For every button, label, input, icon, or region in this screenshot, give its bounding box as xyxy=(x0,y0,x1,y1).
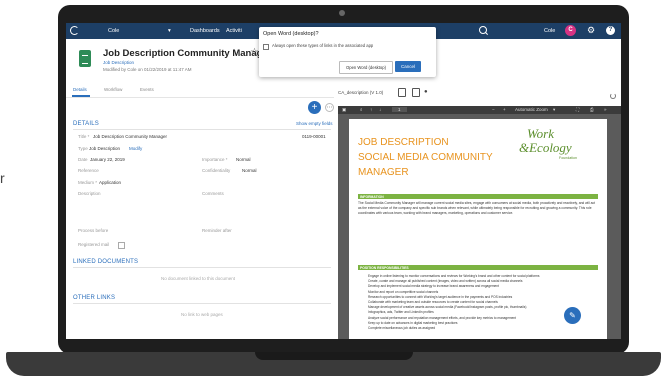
date-label: Date xyxy=(78,157,88,162)
pdf-title-line1: JOB DESCRIPTION xyxy=(358,137,449,148)
document-type-link[interactable]: Job Description xyxy=(103,60,134,65)
stray-text: r xyxy=(0,170,5,186)
pdf-title-line3: MANAGER xyxy=(358,167,409,178)
pdf-page: JOB DESCRIPTION SOCIAL MEDIA COMMUNITY M… xyxy=(349,119,607,339)
next-page-icon[interactable]: ↓ xyxy=(379,107,381,112)
avatar[interactable]: C xyxy=(565,25,576,36)
settings-gear-icon[interactable]: ⚙ xyxy=(587,26,595,35)
nav-dropdown-chevron-icon[interactable]: ▾ xyxy=(168,28,171,34)
search-icon[interactable] xyxy=(479,26,487,34)
zoom-select[interactable]: Automatic Zoom xyxy=(515,107,548,112)
show-empty-fields-link[interactable]: Show empty fields xyxy=(296,121,333,126)
reference-label: Reference xyxy=(78,168,99,173)
tab-events[interactable]: Events xyxy=(140,87,154,92)
medium-value[interactable]: Application xyxy=(99,180,121,185)
pdf-section-bar-responsibilities: POSITION RESPONSIBILITIES xyxy=(358,265,598,270)
nav-activities[interactable]: Activiti xyxy=(226,28,242,34)
zoom-in-icon[interactable]: + xyxy=(503,107,506,112)
cancel-button[interactable]: Cancel xyxy=(395,61,421,72)
laptop-notch xyxy=(255,352,413,360)
webcam-icon xyxy=(339,10,345,16)
work-ecology-logo-word2: &Ecology xyxy=(519,140,572,155)
download-document-icon[interactable] xyxy=(412,88,420,97)
title-label: Title * xyxy=(78,134,90,139)
open-document-icon[interactable] xyxy=(398,88,406,97)
nav-dashboards[interactable]: Dashboards xyxy=(190,28,220,34)
reminder-after-label: Reminder after xyxy=(202,228,232,233)
type-label: Type xyxy=(78,146,88,151)
modified-info: Modified by Cole on 01/22/2019 at 11:47 … xyxy=(103,67,192,72)
other-links-divider xyxy=(73,303,331,304)
modify-type-link[interactable]: Modify xyxy=(129,146,142,151)
sidebar-toggle-icon[interactable]: ▣ xyxy=(342,107,346,113)
zoom-out-icon[interactable]: − xyxy=(492,107,495,112)
active-tab-indicator xyxy=(72,95,90,97)
list-item: Complete miscellaneous job duties as ass… xyxy=(368,326,604,331)
details-heading: DETAILS xyxy=(73,121,99,127)
comments-label: Comments xyxy=(202,191,224,196)
page-number-input[interactable]: 1 xyxy=(392,107,407,112)
process-before-label: Process before xyxy=(78,228,109,233)
zoom-chevron-icon[interactable]: ▾ xyxy=(553,107,555,113)
medium-label: Medium * xyxy=(78,180,98,185)
tab-workflow[interactable]: Workflow xyxy=(104,87,122,92)
screen: Cole ▾ Dashboards Activiti Cole C ⚙ ? Jo… xyxy=(66,23,621,339)
viewer-filename: CA_description (V 1.0) xyxy=(338,90,384,95)
importance-label: Importance * xyxy=(202,157,228,162)
pdf-section-responsibilities: POSITION RESPONSIBILITIES xyxy=(360,265,409,270)
document-id: 0119-00001 xyxy=(302,134,326,139)
tab-details[interactable]: Details xyxy=(73,87,87,92)
confidentiality-value[interactable]: Normal xyxy=(242,168,257,173)
open-word-dialog: Open Word (desktop)? Always open these t… xyxy=(259,27,436,77)
importance-value[interactable]: Normal xyxy=(236,157,251,162)
work-ecology-logo-tagline: Foundation xyxy=(559,156,577,160)
document-info-icon[interactable]: ● xyxy=(424,89,428,95)
edit-pencil-icon[interactable]: ✎ xyxy=(564,307,581,324)
description-label: Description xyxy=(78,191,101,196)
type-value: Job Description xyxy=(89,146,121,151)
linked-documents-divider xyxy=(73,267,331,268)
other-links-heading: OTHER LINKS xyxy=(73,295,116,301)
nav-user-name[interactable]: Cole xyxy=(544,28,555,34)
tools-menu-icon[interactable]: » xyxy=(604,107,607,112)
print-icon[interactable]: ⎙ xyxy=(590,107,594,112)
always-open-label[interactable]: Always open these types of links in the … xyxy=(272,43,373,48)
open-word-button[interactable]: Open Word (desktop) xyxy=(339,61,393,74)
pdf-title-line2: SOCIAL MEDIA COMMUNITY xyxy=(358,152,493,163)
dialog-title: Open Word (desktop)? xyxy=(263,31,319,37)
pdf-section-information: INFORMATION xyxy=(360,194,384,199)
fullscreen-icon[interactable]: ⛶ xyxy=(576,107,579,112)
always-open-checkbox[interactable] xyxy=(263,44,269,50)
refresh-icon[interactable] xyxy=(610,93,616,99)
title-value[interactable]: Job Description Community Manager xyxy=(93,134,167,139)
app-logo-icon[interactable] xyxy=(70,26,79,35)
more-options-icon[interactable]: ⋯ xyxy=(325,103,334,112)
tab-bar: Details Workflow Events xyxy=(66,85,334,98)
favorite-star-icon[interactable]: ☆ xyxy=(250,47,259,58)
add-button[interactable]: + xyxy=(308,101,321,114)
document-type-icon xyxy=(79,50,91,67)
linked-documents-heading: LINKED DOCUMENTS xyxy=(73,259,139,265)
previous-page-icon[interactable]: ↑ xyxy=(370,107,372,112)
registered-mail-label: Registered mail xyxy=(78,242,110,247)
pdf-information-paragraph: The Social Media Community Manager will … xyxy=(358,201,596,215)
pdf-section-bar-information: INFORMATION xyxy=(358,194,598,199)
registered-mail-checkbox[interactable] xyxy=(118,242,125,249)
pdf-search-icon[interactable]: ⌕ xyxy=(360,107,363,112)
linked-documents-empty: No document linked to this document xyxy=(161,276,236,281)
pdf-toolbar: ▣ ⌕ ↑ ↓ 1 − + Automatic Zoom ▾ ⛶ ⎙ » xyxy=(338,106,621,114)
details-divider xyxy=(73,129,331,130)
help-icon[interactable]: ? xyxy=(606,26,615,35)
page-title: Job Description Community Manager xyxy=(103,48,272,59)
other-links-empty: No link to web pages xyxy=(181,312,223,317)
nav-user-menu[interactable]: Cole xyxy=(108,28,119,34)
date-value[interactable]: January 22, 2019 xyxy=(90,157,125,162)
confidentiality-label: Confidentiality xyxy=(202,168,231,173)
